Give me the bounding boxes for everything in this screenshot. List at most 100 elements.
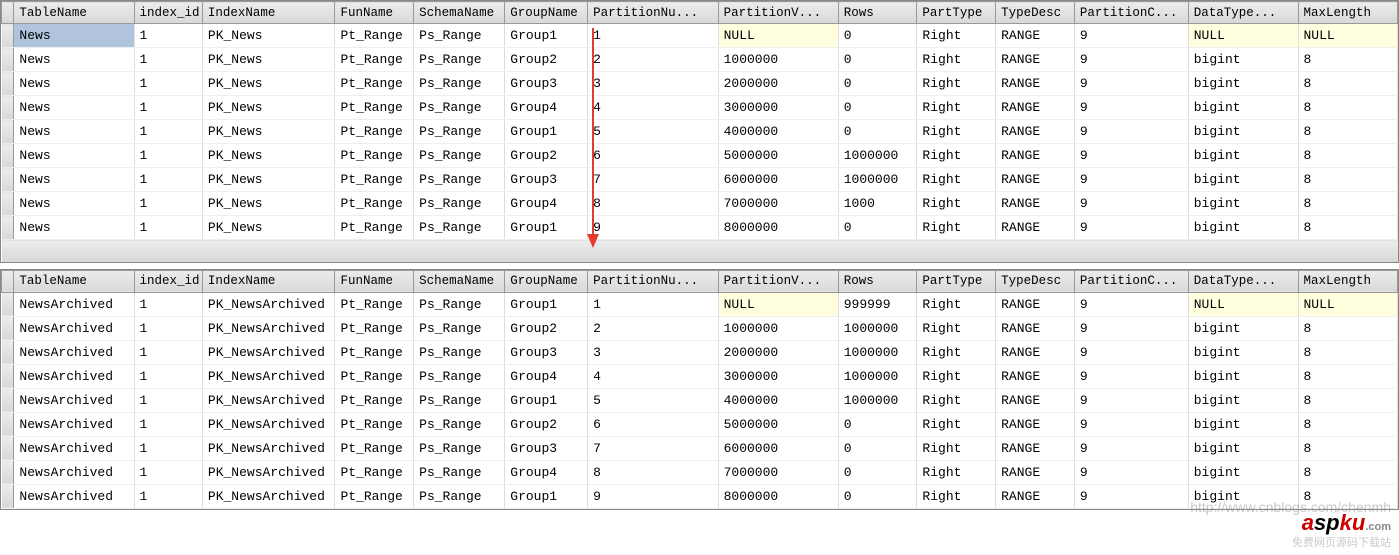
row-selector[interactable]	[2, 292, 14, 316]
cell-schemaname[interactable]: Ps_Range	[414, 216, 505, 240]
cell-schemaname[interactable]: Ps_Range	[414, 460, 505, 484]
cell-typedesc[interactable]: RANGE	[996, 340, 1075, 364]
col-maxlength[interactable]: MaxLength	[1298, 270, 1398, 292]
table-row[interactable]: NewsArchived1PK_NewsArchivedPt_RangePs_R…	[2, 460, 1398, 484]
cell-rows[interactable]: 0	[838, 412, 917, 436]
cell-parttype[interactable]: Right	[917, 340, 996, 364]
cell-funname[interactable]: Pt_Range	[335, 316, 414, 340]
cell-indexname[interactable]: PK_News	[202, 168, 335, 192]
row-selector[interactable]	[2, 436, 14, 460]
table-row[interactable]: NewsArchived1PK_NewsArchivedPt_RangePs_R…	[2, 436, 1398, 460]
cell-partitionv[interactable]: 3000000	[718, 96, 838, 120]
cell-typedesc[interactable]: RANGE	[996, 316, 1075, 340]
cell-index_id[interactable]: 1	[134, 216, 202, 240]
cell-datatype[interactable]: bigint	[1188, 216, 1298, 240]
cell-groupname[interactable]: Group1	[505, 388, 588, 412]
col-indexname[interactable]: IndexName	[202, 270, 335, 292]
col-parttype[interactable]: PartType	[917, 2, 996, 24]
cell-groupname[interactable]: Group3	[505, 436, 588, 460]
cell-partitionv[interactable]: 4000000	[718, 120, 838, 144]
row-selector[interactable]	[2, 316, 14, 340]
cell-rows[interactable]: 1000000	[838, 168, 917, 192]
table-row[interactable]: NewsArchived1PK_NewsArchivedPt_RangePs_R…	[2, 484, 1398, 508]
cell-schemaname[interactable]: Ps_Range	[414, 436, 505, 460]
cell-indexname[interactable]: PK_NewsArchived	[202, 388, 335, 412]
cell-maxlength[interactable]: 8	[1298, 436, 1398, 460]
cell-partitionnu[interactable]: 9	[588, 484, 718, 508]
cell-groupname[interactable]: Group1	[505, 216, 588, 240]
col-datatype[interactable]: DataType...	[1188, 270, 1298, 292]
cell-tablename[interactable]: NewsArchived	[14, 436, 134, 460]
col-partitionc[interactable]: PartitionC...	[1074, 2, 1188, 24]
cell-partitionnu[interactable]: 1	[588, 292, 718, 316]
col-typedesc[interactable]: TypeDesc	[996, 270, 1075, 292]
cell-maxlength[interactable]: 8	[1298, 96, 1398, 120]
cell-schemaname[interactable]: Ps_Range	[414, 388, 505, 412]
cell-maxlength[interactable]: 8	[1298, 412, 1398, 436]
cell-partitionc[interactable]: 9	[1074, 412, 1188, 436]
row-selector-header[interactable]	[2, 2, 14, 24]
cell-tablename[interactable]: News	[14, 24, 134, 48]
cell-typedesc[interactable]: RANGE	[996, 484, 1075, 508]
cell-schemaname[interactable]: Ps_Range	[414, 340, 505, 364]
cell-datatype[interactable]: bigint	[1188, 412, 1298, 436]
cell-partitionv[interactable]: NULL	[718, 292, 838, 316]
cell-tablename[interactable]: News	[14, 168, 134, 192]
table-row[interactable]: NewsArchived1PK_NewsArchivedPt_RangePs_R…	[2, 412, 1398, 436]
cell-typedesc[interactable]: RANGE	[996, 96, 1075, 120]
cell-typedesc[interactable]: RANGE	[996, 168, 1075, 192]
cell-typedesc[interactable]: RANGE	[996, 388, 1075, 412]
row-selector[interactable]	[2, 460, 14, 484]
cell-groupname[interactable]: Group2	[505, 48, 588, 72]
table-row[interactable]: NewsArchived1PK_NewsArchivedPt_RangePs_R…	[2, 388, 1398, 412]
cell-maxlength[interactable]: 8	[1298, 484, 1398, 508]
cell-groupname[interactable]: Group3	[505, 340, 588, 364]
cell-rows[interactable]: 1000000	[838, 144, 917, 168]
cell-typedesc[interactable]: RANGE	[996, 192, 1075, 216]
col-parttype[interactable]: PartType	[917, 270, 996, 292]
col-funname[interactable]: FunName	[335, 2, 414, 24]
row-selector[interactable]	[2, 484, 14, 508]
cell-partitionv[interactable]: 1000000	[718, 316, 838, 340]
cell-parttype[interactable]: Right	[917, 412, 996, 436]
row-selector[interactable]	[2, 24, 14, 48]
cell-maxlength[interactable]: 8	[1298, 216, 1398, 240]
col-partitionc[interactable]: PartitionC...	[1074, 270, 1188, 292]
cell-typedesc[interactable]: RANGE	[996, 216, 1075, 240]
cell-tablename[interactable]: NewsArchived	[14, 484, 134, 508]
cell-partitionnu[interactable]: 3	[588, 340, 718, 364]
cell-indexname[interactable]: PK_NewsArchived	[202, 412, 335, 436]
col-typedesc[interactable]: TypeDesc	[996, 2, 1075, 24]
cell-typedesc[interactable]: RANGE	[996, 120, 1075, 144]
cell-index_id[interactable]: 1	[134, 72, 202, 96]
cell-parttype[interactable]: Right	[917, 72, 996, 96]
cell-index_id[interactable]: 1	[134, 192, 202, 216]
cell-partitionv[interactable]: 3000000	[718, 364, 838, 388]
cell-indexname[interactable]: PK_News	[202, 24, 335, 48]
cell-tablename[interactable]: NewsArchived	[14, 316, 134, 340]
cell-datatype[interactable]: bigint	[1188, 72, 1298, 96]
cell-datatype[interactable]: bigint	[1188, 168, 1298, 192]
cell-schemaname[interactable]: Ps_Range	[414, 316, 505, 340]
cell-parttype[interactable]: Right	[917, 388, 996, 412]
cell-tablename[interactable]: News	[14, 96, 134, 120]
cell-index_id[interactable]: 1	[134, 144, 202, 168]
table-row[interactable]: News1PK_NewsPt_RangePs_RangeGroup1540000…	[2, 120, 1398, 144]
cell-datatype[interactable]: bigint	[1188, 460, 1298, 484]
cell-partitionnu[interactable]: 2	[588, 48, 718, 72]
cell-rows[interactable]: 0	[838, 24, 917, 48]
cell-funname[interactable]: Pt_Range	[335, 24, 414, 48]
cell-maxlength[interactable]: 8	[1298, 168, 1398, 192]
cell-partitionv[interactable]: 7000000	[718, 460, 838, 484]
cell-partitionc[interactable]: 9	[1074, 436, 1188, 460]
cell-schemaname[interactable]: Ps_Range	[414, 72, 505, 96]
cell-partitionnu[interactable]: 6	[588, 412, 718, 436]
cell-funname[interactable]: Pt_Range	[335, 48, 414, 72]
table-row[interactable]: NewsArchived1PK_NewsArchivedPt_RangePs_R…	[2, 292, 1398, 316]
cell-maxlength[interactable]: 8	[1298, 144, 1398, 168]
cell-tablename[interactable]: News	[14, 72, 134, 96]
cell-index_id[interactable]: 1	[134, 412, 202, 436]
cell-schemaname[interactable]: Ps_Range	[414, 24, 505, 48]
cell-indexname[interactable]: PK_News	[202, 72, 335, 96]
cell-schemaname[interactable]: Ps_Range	[414, 120, 505, 144]
